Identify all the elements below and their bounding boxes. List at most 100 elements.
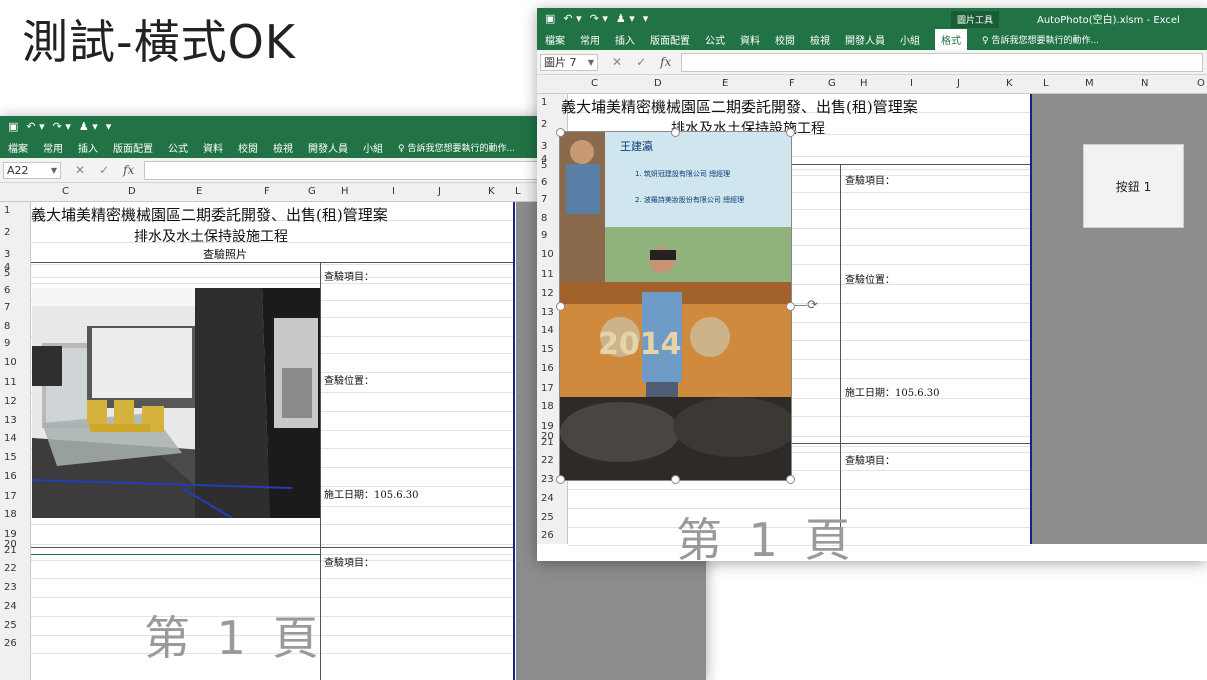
tell-me-box[interactable]: ♀ 告訴我您想要執行的動作... bbox=[398, 141, 515, 154]
row-header[interactable]: 10 bbox=[0, 358, 30, 368]
row-header[interactable]: 21 bbox=[0, 546, 30, 556]
row-header[interactable]: 22 bbox=[0, 564, 30, 574]
column-header[interactable]: C bbox=[591, 78, 598, 89]
row-header[interactable]: 11 bbox=[0, 378, 30, 388]
resize-handle[interactable] bbox=[556, 302, 565, 311]
undo-icon[interactable]: ↶ ▾ bbox=[563, 12, 581, 25]
resize-handle[interactable] bbox=[556, 475, 565, 484]
column-header[interactable]: E bbox=[722, 78, 728, 89]
tab-page-layout[interactable]: 版面配置 bbox=[650, 32, 690, 47]
row-header[interactable]: 25 bbox=[0, 621, 30, 631]
customize-qat-icon[interactable]: ▾ bbox=[106, 120, 112, 133]
chevron-down-icon[interactable]: ▼ bbox=[51, 166, 57, 175]
tab-file[interactable]: 檔案 bbox=[8, 140, 28, 155]
selected-photo[interactable]: 王建瀛 1. 筑妍冠建設有限公司 總經理 2. 波羅詩美妝股份有限公司 總經理 … bbox=[556, 128, 818, 484]
column-header[interactable]: F bbox=[264, 186, 270, 197]
tab-developer[interactable]: 開發人員 bbox=[845, 32, 885, 47]
insert-function-icon[interactable]: fx bbox=[660, 55, 671, 69]
column-header[interactable]: E bbox=[196, 186, 202, 197]
column-header[interactable]: K bbox=[1006, 78, 1013, 89]
macro-icon[interactable]: ♟ ▾ bbox=[79, 120, 98, 133]
column-header[interactable]: I bbox=[910, 78, 913, 89]
tab-team[interactable]: 小組 bbox=[363, 140, 383, 155]
column-header[interactable]: J bbox=[438, 186, 441, 197]
name-box[interactable]: 圖片 7 ▼ bbox=[540, 53, 598, 71]
redo-icon[interactable]: ↷ ▾ bbox=[590, 12, 608, 25]
tab-developer[interactable]: 開發人員 bbox=[308, 140, 348, 155]
macro-button-1[interactable]: 按鈕 1 bbox=[1083, 144, 1184, 228]
resize-handle[interactable] bbox=[786, 302, 795, 311]
column-header[interactable]: D bbox=[654, 78, 662, 89]
column-header[interactable]: K bbox=[488, 186, 495, 197]
column-header[interactable]: N bbox=[1141, 78, 1148, 89]
row-header[interactable]: 6 bbox=[0, 286, 30, 296]
row-header[interactable]: 14 bbox=[0, 434, 30, 444]
column-header[interactable]: L bbox=[1043, 78, 1049, 89]
row-header[interactable]: 3 bbox=[0, 250, 30, 260]
tab-data[interactable]: 資料 bbox=[203, 140, 223, 155]
tab-insert[interactable]: 插入 bbox=[78, 140, 98, 155]
column-header[interactable]: F bbox=[789, 78, 795, 89]
customize-qat-icon[interactable]: ▾ bbox=[643, 12, 649, 25]
save-icon[interactable]: ▣ bbox=[8, 120, 18, 133]
row-header[interactable]: 16 bbox=[0, 472, 30, 482]
tab-review[interactable]: 校閱 bbox=[775, 32, 795, 47]
tab-view[interactable]: 檢視 bbox=[810, 32, 830, 47]
row-header[interactable]: 9 bbox=[0, 339, 30, 349]
column-header[interactable]: H bbox=[860, 78, 868, 89]
row-header[interactable]: 23 bbox=[0, 583, 30, 593]
row-header[interactable]: 12 bbox=[0, 397, 30, 407]
row-header[interactable]: 17 bbox=[0, 492, 30, 502]
row-header[interactable]: 15 bbox=[0, 453, 30, 463]
tab-file[interactable]: 檔案 bbox=[545, 32, 565, 47]
row-header[interactable]: 26 bbox=[0, 639, 30, 649]
resize-handle[interactable] bbox=[671, 475, 680, 484]
row-header[interactable]: 7 bbox=[0, 303, 30, 313]
column-header[interactable]: C bbox=[62, 186, 69, 197]
row-header[interactable]: 18 bbox=[0, 510, 30, 520]
column-header[interactable]: H bbox=[341, 186, 349, 197]
row-header[interactable]: 26 bbox=[537, 531, 567, 541]
tab-page-layout[interactable]: 版面配置 bbox=[113, 140, 153, 155]
resize-handle[interactable] bbox=[671, 128, 680, 137]
rotate-handle[interactable]: ⟳ bbox=[795, 297, 821, 313]
row-header[interactable]: 5 bbox=[0, 269, 30, 279]
cancel-icon[interactable]: ✕ bbox=[612, 55, 622, 69]
room-render-image[interactable] bbox=[32, 288, 320, 518]
row-header[interactable]: 25 bbox=[537, 513, 567, 523]
tell-me-box[interactable]: ♀ 告訴我您想要執行的動作... bbox=[982, 33, 1099, 46]
row-header[interactable]: 8 bbox=[0, 322, 30, 332]
tab-review[interactable]: 校閱 bbox=[238, 140, 258, 155]
tab-picture-format[interactable]: 格式 bbox=[935, 28, 967, 50]
column-header[interactable]: M bbox=[1085, 78, 1094, 89]
row-header[interactable]: 13 bbox=[0, 416, 30, 426]
tab-formulas[interactable]: 公式 bbox=[168, 140, 188, 155]
tab-team[interactable]: 小組 bbox=[900, 32, 920, 47]
save-icon[interactable]: ▣ bbox=[545, 12, 555, 25]
undo-icon[interactable]: ↶ ▾ bbox=[26, 120, 44, 133]
tab-view[interactable]: 檢視 bbox=[273, 140, 293, 155]
rotate-icon[interactable]: ⟳ bbox=[807, 299, 818, 312]
column-header[interactable]: J bbox=[957, 78, 960, 89]
column-header[interactable]: G bbox=[308, 186, 316, 197]
column-header[interactable]: I bbox=[392, 186, 395, 197]
tab-insert[interactable]: 插入 bbox=[615, 32, 635, 47]
macro-icon[interactable]: ♟ ▾ bbox=[616, 12, 635, 25]
column-header[interactable]: L bbox=[515, 186, 521, 197]
insert-function-icon[interactable]: fx bbox=[123, 163, 134, 177]
chevron-down-icon[interactable]: ▼ bbox=[588, 58, 594, 67]
cancel-icon[interactable]: ✕ bbox=[75, 163, 85, 177]
name-box[interactable]: A22 ▼ bbox=[3, 161, 61, 179]
resize-handle[interactable] bbox=[786, 475, 795, 484]
row-header[interactable]: 1 bbox=[0, 206, 30, 216]
redo-icon[interactable]: ↷ ▾ bbox=[53, 120, 71, 133]
tab-data[interactable]: 資料 bbox=[740, 32, 760, 47]
tab-formulas[interactable]: 公式 bbox=[705, 32, 725, 47]
enter-icon[interactable]: ✓ bbox=[636, 55, 646, 69]
column-header[interactable]: D bbox=[128, 186, 136, 197]
column-header[interactable]: O bbox=[1197, 78, 1205, 89]
row-header[interactable]: 24 bbox=[537, 494, 567, 504]
resize-handle[interactable] bbox=[556, 128, 565, 137]
enter-icon[interactable]: ✓ bbox=[99, 163, 109, 177]
row-header[interactable]: 24 bbox=[0, 602, 30, 612]
